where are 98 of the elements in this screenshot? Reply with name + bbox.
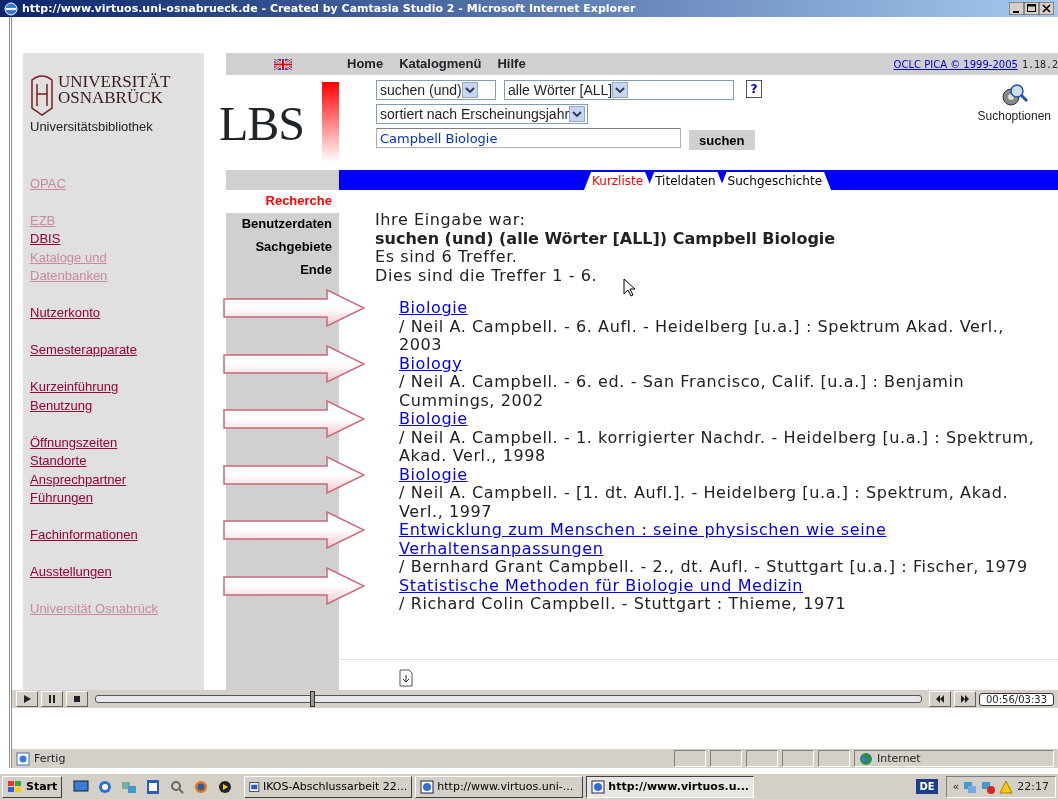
dropdown[interactable]: sortiert nach Erscheinungsjahr — [376, 104, 588, 124]
status-panel — [710, 750, 742, 767]
result-title-link[interactable]: Biology — [399, 354, 463, 373]
result-title-link[interactable]: Entwicklung zum Menschen : seine physischen wie seine Verhaltensanpassungen — [399, 521, 1039, 558]
status-panel — [818, 750, 850, 767]
sidebar-link[interactable]: Benutzung — [30, 396, 93, 415]
network-error-icon[interactable] — [981, 779, 996, 794]
menu-item[interactable]: Sachgebiete — [226, 236, 339, 259]
university-logo-icon — [30, 74, 54, 116]
caret-icon — [569, 106, 586, 122]
result-title-link[interactable]: Biologie — [399, 410, 468, 429]
sidebar-link[interactable]: Fachinformationen — [30, 526, 138, 545]
result-details: / Bernhard Grant Campbell. - 2., dt. Aufl. - Stuttgart [u.a.] : Fischer, 1979 — [399, 558, 1029, 577]
summary-text: Dies sind die Treffer 1 - 6. — [375, 266, 599, 285]
nav-link[interactable]: Hilfe — [497, 54, 526, 74]
query-text: suchen (und) (alle Wörter [ALL]) Campbell Biologie — [375, 229, 837, 248]
document-icon[interactable] — [145, 778, 162, 795]
result-title-link[interactable]: Biologie — [399, 299, 468, 318]
result-details: / Richard Colin Campbell. - Stuttgart : Thieme, 1971 — [399, 595, 848, 614]
logo-text: OSNABRÜCK — [58, 90, 164, 106]
sidebar-link[interactable]: Führungen — [30, 489, 93, 508]
browser-icon — [4, 1, 18, 16]
browser-icon — [420, 779, 435, 794]
document-icon — [249, 779, 260, 794]
window-title: http://www.virtuos.uni-osnabrueck.de - Created by Camtasia Studio 2 - Microsoft Internet Explorer — [22, 2, 636, 15]
taskbar-button[interactable]: http://www.virtuos.u... — [586, 775, 755, 798]
sidebar-link[interactable]: Semesterapparate — [30, 341, 137, 360]
start-button[interactable]: Start — [2, 775, 63, 798]
menu-item[interactable]: Ende — [226, 259, 339, 282]
taskbar-button[interactable]: http://www.virtuos.uni-... — [415, 775, 584, 798]
sidebar-link[interactable]: DBIS — [30, 230, 61, 249]
result-title-link[interactable]: Biologie — [399, 465, 468, 484]
logo-subtitle: Universitätsbibliothek — [30, 118, 154, 136]
stop-icon — [72, 694, 82, 704]
play-button[interactable] — [16, 691, 38, 707]
maximize-icon[interactable] — [1024, 2, 1039, 15]
pause-button[interactable] — [41, 691, 63, 707]
result-title-link[interactable]: Statistische Methoden für Biologie und Medizin — [399, 576, 804, 595]
windows-logo-icon — [7, 779, 23, 794]
close-icon[interactable] — [1039, 2, 1054, 15]
caret-icon — [612, 82, 629, 98]
play-icon — [22, 694, 32, 704]
dropdown[interactable]: suchen (und) — [376, 80, 496, 100]
media-icon[interactable] — [217, 778, 234, 795]
search-field[interactable]: Campbell Biologie — [376, 128, 681, 148]
result-details: / Neil A. Campbell. - [1. dt. Aufl.]. - Heidelberg [u.a.] : Spektrum, Akad. Verl., 1997 — [399, 484, 1010, 521]
status-panel — [782, 750, 814, 767]
menu-item[interactable]: Recherche — [226, 190, 339, 213]
forward-icon — [960, 694, 970, 704]
menu-item[interactable]: Benutzerdaten — [226, 213, 339, 236]
document-icon[interactable] — [399, 668, 413, 687]
sidebar-link[interactable]: Ausstellungen — [30, 563, 112, 582]
version-text: 1.18.2 — [1021, 58, 1058, 70]
brand-logo: LBS — [219, 100, 305, 148]
flag-icon[interactable] — [273, 58, 292, 70]
sidebar-link[interactable]: Standorte — [30, 452, 87, 471]
tray-expand-button[interactable]: « — [952, 780, 960, 793]
result-details: / Neil A. Campbell. - 6. ed. - San Francisco, Calif. [u.a.] : Benjamin Cummings, 2002 — [399, 373, 966, 410]
search-options-label[interactable]: Suchoptionen — [977, 107, 1051, 125]
globe-icon — [859, 751, 873, 766]
zone-text: Internet — [877, 752, 921, 765]
browser-icon — [591, 779, 606, 794]
result-details: / Neil A. Campbell. - 6. Aufl. - Heidelberg [u.a.] : Spektrum Akad. Verl., 2003 — [399, 317, 1006, 355]
language-indicator[interactable]: DE — [916, 779, 938, 794]
result-details: / Neil A. Campbell. - 1. korrigierter Nachdr. - Heidelberg [u.a.] : Spektrum, Akad. Verl., 1998 — [399, 428, 1036, 466]
nav-link[interactable]: Katalogmenü — [399, 54, 482, 74]
mouse-cursor-icon — [623, 278, 635, 297]
caret-icon — [461, 82, 478, 98]
clock-text: 22:17 — [1017, 780, 1049, 793]
copyright-link[interactable]: OCLC PICA © 1999-2005 — [893, 58, 1018, 70]
rewind-icon — [935, 694, 945, 704]
search-button[interactable]: suchen — [689, 130, 755, 150]
dropdown[interactable]: alle Wörter [ALL] — [504, 80, 734, 100]
help-button[interactable]: ? — [746, 80, 762, 98]
globe-icon[interactable] — [193, 778, 210, 795]
rewind-button[interactable] — [929, 691, 951, 707]
forward-button[interactable] — [954, 691, 976, 707]
summary-text: Ihre Eingabe war: — [375, 211, 527, 230]
nav-link[interactable]: Home — [347, 54, 384, 74]
summary-text: Es sind 6 Treffer. — [375, 248, 519, 267]
stop-button[interactable] — [66, 691, 88, 707]
minimize-icon[interactable] — [1009, 2, 1024, 15]
sidebar-link[interactable]: Ansprechpartner — [30, 470, 127, 489]
sidebar-link[interactable]: Nutzerkonto — [30, 304, 101, 323]
status-panel — [746, 750, 778, 767]
taskbar-button[interactable]: IKOS-Abschlussarbeit 22... — [244, 775, 413, 798]
status-text: Fertig — [34, 752, 66, 765]
browser-icon[interactable] — [97, 778, 114, 795]
pause-icon — [47, 694, 57, 704]
tab[interactable]: Suchgeschichte — [719, 172, 832, 190]
sidebar-link[interactable]: Öffnungszeiten — [30, 433, 118, 452]
progress-thumb[interactable] — [310, 691, 316, 707]
logo-text: UNIVERSITÄT — [58, 74, 171, 90]
search-icon[interactable] — [169, 778, 186, 795]
status-panel — [674, 750, 706, 767]
time-display: 00:56/03:33 — [979, 692, 1054, 706]
sidebar-link[interactable]: Kurzeinführung — [30, 378, 119, 397]
desktop-icon[interactable] — [73, 778, 90, 795]
